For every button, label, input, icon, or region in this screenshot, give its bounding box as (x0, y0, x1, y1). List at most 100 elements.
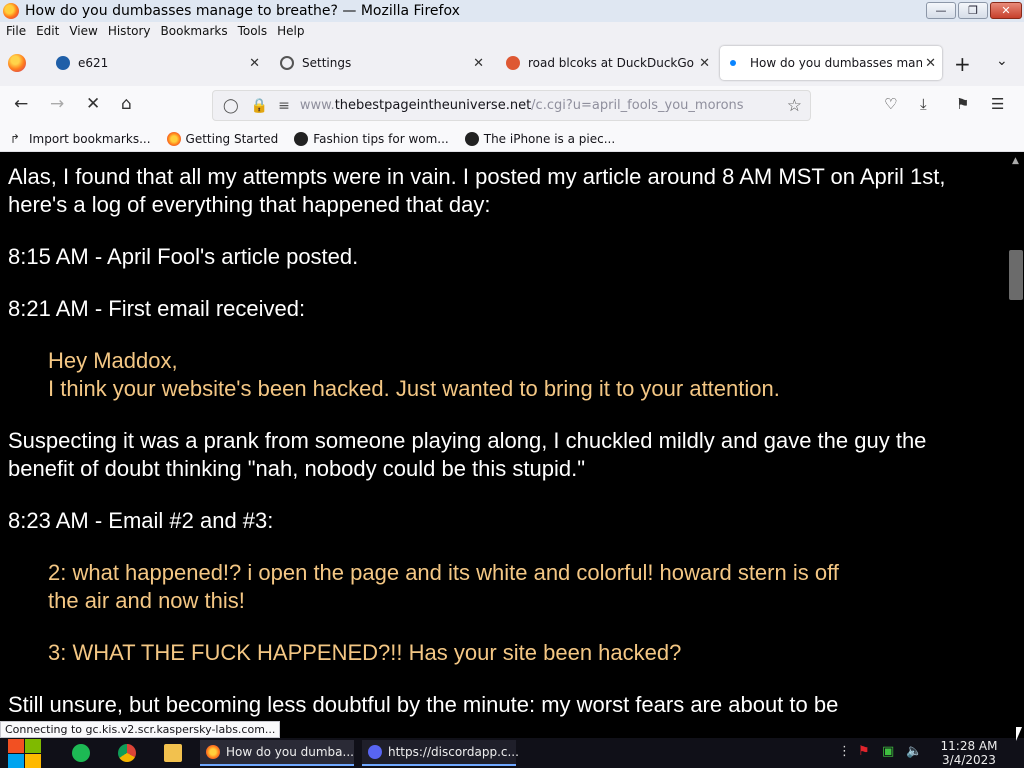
windows-start-icon[interactable] (8, 738, 44, 768)
url-path: /c.cgi?u=april_fools_you_morons (531, 98, 744, 113)
forward-arrow-icon[interactable]: → (50, 94, 64, 114)
tab-label: Settings (302, 56, 352, 70)
back-arrow-icon[interactable]: ← (14, 94, 28, 114)
vertical-scrollbar[interactable]: ▲ (1008, 153, 1024, 738)
close-tab-icon[interactable]: ✕ (699, 56, 710, 71)
bookmark-label: Getting Started (185, 131, 279, 146)
paragraph: 8:15 AM - April Fool's article posted. (8, 244, 359, 269)
stop-loading-icon[interactable]: ✕ (86, 94, 100, 114)
chevron-down-icon[interactable]: ⌄ (996, 53, 1008, 69)
close-tab-icon[interactable]: ✕ (473, 56, 484, 71)
gear-icon (280, 56, 294, 70)
menu-history[interactable]: History (108, 24, 151, 38)
download-icon[interactable]: ⤓ (920, 95, 927, 113)
taskbar-discord-task[interactable]: https://discordapp.c... (362, 740, 519, 766)
bookmark-star-icon[interactable]: ☆ (787, 96, 802, 116)
bookmark-fashion-tips[interactable]: Fashion tips for wom... (294, 131, 449, 146)
windows-taskbar: How do you dumba... https://discordapp.c… (0, 738, 1024, 768)
quote-line: 2: what happened!? i open the page and i… (48, 560, 839, 613)
duckduckgo-icon (506, 56, 520, 70)
menu-bookmarks[interactable]: Bookmarks (161, 24, 228, 38)
tab-settings[interactable]: Settings ✕ (266, 46, 490, 80)
title-bar: How do you dumbasses manage to breathe? … (0, 0, 1024, 22)
skull-icon (294, 131, 309, 146)
tab-label: e621 (78, 56, 109, 70)
loading-dot-icon (730, 60, 736, 66)
menu-edit[interactable]: Edit (36, 24, 59, 38)
bookmark-label: The iPhone is a piec... (483, 131, 616, 146)
status-panel: Connecting to gc.kis.v2.scr.kaspersky-la… (0, 721, 281, 738)
scroll-up-arrow-icon[interactable]: ▲ (1012, 156, 1019, 166)
skull-icon (464, 131, 479, 146)
paragraph: Alas, I found that all my attempts were … (8, 164, 946, 217)
url-prefix: www. (299, 98, 335, 113)
scrollbar-thumb[interactable] (1009, 250, 1023, 300)
address-bar[interactable]: ◯ 🔒 ≡ www. thebestpageintheuniverse.net/c… (212, 90, 811, 121)
tab-e621[interactable]: e621 ✕ (44, 46, 266, 80)
firefox-icon (3, 3, 19, 19)
pocket-icon[interactable]: ♡ (884, 95, 897, 113)
spotify-icon[interactable] (72, 744, 90, 762)
close-window-button[interactable]: ✕ (990, 2, 1022, 19)
close-tab-icon[interactable]: ✕ (925, 56, 936, 71)
new-tab-plus-icon[interactable]: + (954, 52, 971, 76)
shield-icon[interactable]: ◯ (223, 98, 239, 114)
overflow-dots-icon[interactable]: ⋮ (838, 744, 851, 759)
paragraph: Still unsure, but becoming less doubtful… (8, 692, 839, 717)
window-title: How do you dumbasses manage to breathe? … (25, 3, 460, 19)
flag-icon[interactable]: ⚑ (858, 744, 870, 759)
navigation-bar: ← → ✕ ⌂ ◯ 🔒 ≡ www. thebestpageintheuniver… (0, 86, 1024, 126)
folder-icon[interactable] (164, 744, 182, 762)
e621-icon (56, 56, 70, 70)
menu-bar: File Edit View History Bookmarks Tools H… (0, 22, 1024, 40)
firefox-icon (206, 745, 220, 759)
tab-label: How do you dumbasses manag (750, 56, 922, 70)
menu-view[interactable]: View (69, 24, 97, 38)
minimize-button[interactable]: — (926, 2, 956, 19)
bookmark-label: Import bookmarks... (29, 131, 151, 146)
window-controls: — ❐ ✕ (926, 2, 1022, 19)
hamburger-menu-icon[interactable]: ☰ (991, 95, 1004, 113)
paragraph: 8:21 AM - First email received: (8, 296, 306, 321)
bookmark-iphone[interactable]: The iPhone is a piec... (464, 131, 616, 146)
discord-icon (368, 745, 382, 759)
quote-line: I think your website's been hacked. Just… (48, 376, 780, 401)
paragraph: Suspecting it was a prank from someone p… (8, 428, 927, 481)
bookmark-getting-started[interactable]: Getting Started (166, 131, 279, 146)
extensions-icon[interactable]: ⚑ (956, 95, 969, 113)
import-icon: ↱ (10, 131, 21, 146)
quote-line: Hey Maddox, (48, 348, 178, 373)
clock-date: 3/4/2023 (942, 753, 996, 767)
quote-line: 3: WHAT THE FUCK HAPPENED?!! Has your si… (48, 640, 682, 665)
firefox-view-icon[interactable] (8, 54, 26, 72)
taskbar-firefox-task[interactable]: How do you dumba... (200, 740, 354, 766)
clock-time: 11:28 AM (940, 739, 998, 753)
menu-help[interactable]: Help (277, 24, 304, 38)
mouse-cursor (1016, 727, 1022, 741)
network-icon[interactable]: ▣ (882, 744, 894, 759)
bookmarks-toolbar: ↱ Import bookmarks... Getting Started Fa… (0, 126, 1024, 152)
chrome-icon[interactable] (118, 744, 136, 762)
firefox-icon (166, 131, 181, 146)
close-tab-icon[interactable]: ✕ (249, 56, 260, 71)
tab-duckduckgo[interactable]: road blcoks at DuckDuckGo ✕ (492, 46, 716, 80)
url-domain: thebestpageintheuniverse.net (334, 98, 532, 113)
tab-strip: e621 ✕ Settings ✕ road blcoks at DuckDuc… (0, 40, 1024, 86)
browser-window: How do you dumbasses manage to breathe? … (0, 0, 1024, 768)
speaker-icon[interactable]: 🔈 (906, 744, 922, 759)
paragraph: 8:23 AM - Email #2 and #3: (8, 508, 274, 533)
menu-tools[interactable]: Tools (238, 24, 268, 38)
bookmark-import[interactable]: ↱ Import bookmarks... (10, 132, 151, 146)
task-label: How do you dumba... (226, 745, 354, 759)
menu-file[interactable]: File (6, 24, 26, 38)
home-icon[interactable]: ⌂ (121, 94, 132, 114)
tab-label: road blcoks at DuckDuckGo (528, 56, 695, 70)
page-content: Alas, I found that all my attempts were … (0, 153, 1008, 719)
insecure-lock-icon[interactable]: 🔒 (251, 98, 268, 114)
restore-button[interactable]: ❐ (958, 2, 988, 19)
bookmark-label: Fashion tips for wom... (313, 131, 449, 146)
permissions-icon[interactable]: ≡ (278, 98, 290, 114)
system-clock[interactable]: 11:28 AM 3/4/2023 (936, 739, 1002, 767)
task-label: https://discordapp.c... (388, 745, 519, 759)
tab-active-page[interactable]: How do you dumbasses manag ✕ (720, 46, 942, 80)
